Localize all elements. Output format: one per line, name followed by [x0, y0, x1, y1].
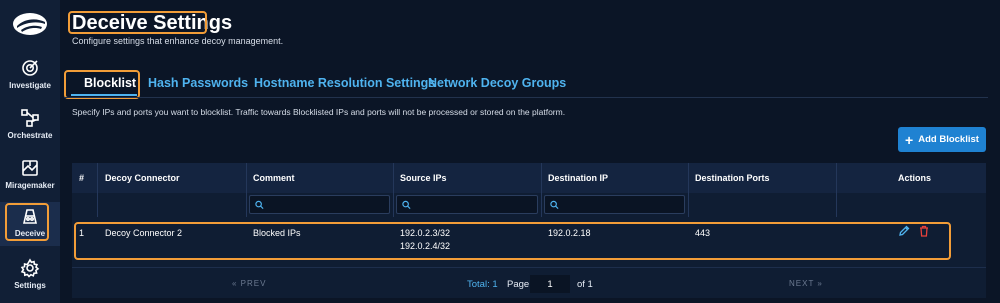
column-header-index: #	[79, 173, 85, 183]
tabs-divider	[64, 97, 988, 98]
nav-item-miragemaker[interactable]: Miragemaker	[0, 158, 60, 202]
nav-label-deceive: Deceive	[14, 229, 46, 238]
edit-icon[interactable]	[898, 225, 910, 237]
cell-source-ips: 192.0.2.3/32 192.0.2.4/32	[400, 227, 450, 253]
blocklist-table: # Decoy Connector Comment Source IPs Des…	[72, 163, 986, 298]
pagination: « PREV Total: 1 Page of 1 NEXT »	[72, 272, 986, 298]
table-header: # Decoy Connector Comment Source IPs Des…	[72, 163, 986, 193]
next-page-button[interactable]: NEXT »	[789, 279, 823, 288]
destination-ip-filter-input[interactable]	[563, 199, 684, 210]
nav-item-orchestrate[interactable]: Orchestrate	[0, 108, 60, 152]
search-icon	[550, 200, 559, 209]
destination-ip-filter[interactable]	[544, 195, 685, 214]
settings-icon	[20, 258, 40, 278]
prev-page-button[interactable]: « PREV	[232, 279, 266, 288]
nav-item-investigate[interactable]: Investigate	[0, 58, 60, 102]
table-divider	[72, 267, 986, 268]
total-count: Total: 1	[467, 279, 498, 290]
nav-label-miragemaker: Miragemaker	[5, 181, 55, 190]
app-logo-icon[interactable]	[11, 10, 49, 38]
comment-filter[interactable]	[249, 195, 390, 214]
nav-label-orchestrate: Orchestrate	[7, 131, 53, 140]
comment-filter-input[interactable]	[268, 199, 389, 210]
next-label: NEXT	[789, 279, 815, 288]
search-icon	[255, 200, 264, 209]
filter-row	[72, 193, 986, 217]
nav-item-settings[interactable]: Settings	[0, 258, 60, 302]
sidebar: Investigate Orchestrate Miragemaker Dece…	[0, 0, 60, 303]
source-ip: 192.0.2.4/32	[400, 241, 451, 251]
page-of-label: of 1	[577, 279, 593, 290]
nav-label-investigate: Investigate	[9, 81, 51, 90]
page-label: Page	[507, 279, 530, 290]
page-title: Deceive Settings	[72, 12, 233, 34]
active-tab-indicator	[71, 94, 137, 96]
delete-icon[interactable]	[918, 225, 930, 237]
orchestrate-icon	[21, 109, 39, 127]
prev-label: PREV	[240, 279, 267, 288]
page-number-input[interactable]	[530, 275, 570, 293]
cell-destination-ip: 192.0.2.18	[548, 228, 591, 238]
add-blocklist-label: Add Blocklist	[918, 134, 979, 145]
page-subtitle: Configure settings that enhance decoy ma…	[72, 36, 284, 46]
add-blocklist-button[interactable]: + Add Blocklist	[898, 127, 986, 152]
column-header-destination-ip: Destination IP	[548, 173, 609, 183]
column-header-destination-ports: Destination Ports	[695, 173, 770, 183]
row-actions	[898, 225, 930, 237]
cell-destination-ports: 443	[695, 228, 711, 238]
table-row[interactable]: 1 Decoy Connector 2 Blocked IPs 192.0.2.…	[72, 221, 986, 261]
source-ips-filter[interactable]	[396, 195, 538, 214]
search-icon	[402, 200, 411, 209]
nav-label-settings: Settings	[14, 281, 46, 290]
blocklist-description: Specify IPs and ports you want to blockl…	[72, 107, 566, 117]
tab-hash-passwords[interactable]: Hash Passwords	[148, 72, 248, 98]
source-ip: 192.0.2.3/32	[400, 228, 451, 238]
tab-hostname-resolution-settings[interactable]: Hostname Resolution Settings	[254, 72, 435, 98]
deceive-icon	[22, 209, 38, 224]
column-header-actions: Actions	[898, 173, 932, 183]
source-ips-filter-input[interactable]	[415, 199, 537, 210]
plus-icon: +	[905, 131, 914, 148]
investigate-icon	[22, 60, 38, 76]
cell-comment: Blocked IPs	[253, 228, 301, 238]
cell-decoy-connector: Decoy Connector 2	[105, 228, 183, 238]
tab-network-decoy-groups[interactable]: Network Decoy Groups	[428, 72, 566, 98]
column-header-decoy-connector: Decoy Connector	[105, 173, 180, 183]
column-header-comment: Comment	[253, 173, 295, 183]
nav-item-deceive[interactable]: Deceive	[0, 202, 60, 246]
cell-index: 1	[79, 228, 85, 238]
miragemaker-icon	[22, 160, 38, 176]
column-header-source-ips: Source IPs	[400, 173, 447, 183]
